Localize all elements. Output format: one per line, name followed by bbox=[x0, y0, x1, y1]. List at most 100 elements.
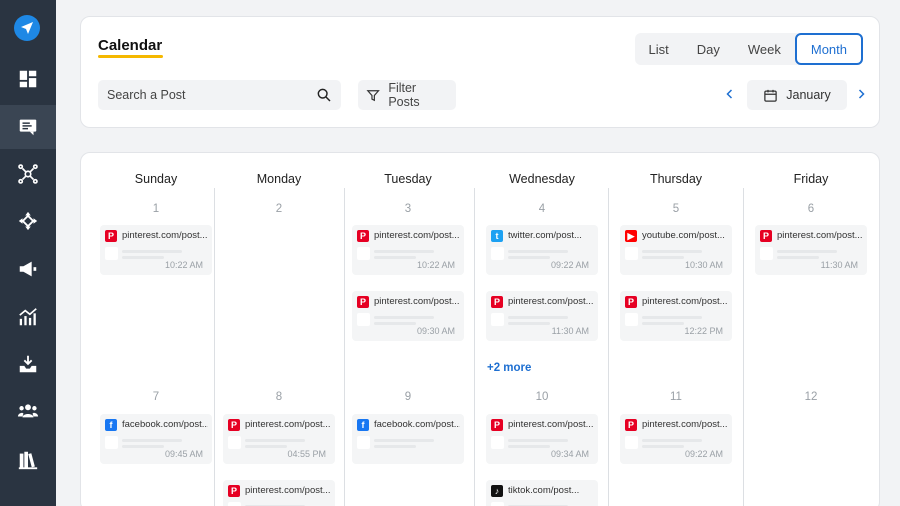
post-card[interactable]: Ppinterest.com/post... 11:30 AM bbox=[755, 225, 867, 275]
post-thumbnail bbox=[625, 436, 638, 449]
post-url: pinterest.com/post... bbox=[508, 419, 594, 430]
pinterest-icon: P bbox=[625, 419, 637, 431]
post-card[interactable]: Ppinterest.com/post... 10:22 AM bbox=[100, 225, 212, 275]
move-icon[interactable] bbox=[0, 199, 56, 243]
youtube-icon: ▶ bbox=[625, 230, 637, 242]
post-time: 09:45 AM bbox=[164, 449, 203, 459]
post-url: youtube.com/post... bbox=[642, 230, 725, 241]
post-time: 10:30 AM bbox=[684, 260, 723, 270]
megaphone-icon[interactable] bbox=[0, 247, 56, 291]
date-number[interactable]: 5 bbox=[656, 203, 696, 215]
post-url: tiktok.com/post... bbox=[508, 485, 580, 496]
library-icon[interactable] bbox=[0, 438, 56, 482]
post-card[interactable]: Ppinterest.com/post... 09:30 AM bbox=[352, 291, 464, 341]
tiktok-icon: ♪ bbox=[491, 485, 503, 497]
post-card[interactable]: ▶ youtube.com/post... 10:30 AM bbox=[620, 225, 732, 275]
post-thumbnail bbox=[228, 502, 241, 506]
post-time: 09:22 AM bbox=[684, 449, 723, 459]
post-card[interactable]: Ppinterest.com/post... bbox=[223, 480, 335, 506]
day-header-friday: Friday bbox=[793, 172, 829, 186]
date-number[interactable]: 1 bbox=[136, 203, 176, 215]
post-text-placeholder bbox=[508, 445, 550, 448]
view-day-button[interactable]: Day bbox=[683, 33, 734, 65]
date-number[interactable]: 10 bbox=[522, 391, 562, 403]
post-text-placeholder bbox=[245, 445, 287, 448]
pinterest-icon: P bbox=[105, 230, 117, 242]
date-number[interactable]: 6 bbox=[791, 203, 831, 215]
post-card[interactable]: f facebook.com/post... bbox=[352, 414, 464, 464]
post-time: 09:34 AM bbox=[550, 449, 589, 459]
column-divider bbox=[344, 188, 345, 506]
post-card[interactable]: Ppinterest.com/post... 09:34 AM bbox=[486, 414, 598, 464]
post-card[interactable]: Ppinterest.com/post... 11:30 AM bbox=[486, 291, 598, 341]
users-icon[interactable] bbox=[0, 389, 56, 433]
post-thumbnail bbox=[491, 313, 504, 326]
analytics-icon[interactable] bbox=[0, 295, 56, 339]
chevron-right-icon[interactable] bbox=[855, 87, 867, 105]
post-card[interactable]: Ppinterest.com/post... 09:22 AM bbox=[620, 414, 732, 464]
logo-send-icon[interactable] bbox=[14, 15, 40, 41]
post-thumbnail bbox=[228, 436, 241, 449]
post-card[interactable]: Ppinterest.com/post... 04:55 PM bbox=[223, 414, 335, 464]
view-week-button[interactable]: Week bbox=[734, 33, 795, 65]
posts-icon[interactable] bbox=[0, 105, 56, 149]
post-card[interactable]: Ppinterest.com/post... 12:22 PM bbox=[620, 291, 732, 341]
day-header-monday: Monday bbox=[256, 172, 302, 186]
date-number[interactable]: 4 bbox=[522, 203, 562, 215]
dashboard-icon[interactable] bbox=[0, 57, 56, 101]
post-card[interactable]: Ppinterest.com/post... 10:22 AM bbox=[352, 225, 464, 275]
search-input[interactable]: Search a Post bbox=[98, 80, 341, 110]
more-posts-link[interactable]: +2 more bbox=[487, 362, 531, 374]
post-card[interactable]: f facebook.com/post... 09:45 AM bbox=[100, 414, 212, 464]
post-thumbnail bbox=[491, 436, 504, 449]
day-header-wednesday: Wednesday bbox=[509, 172, 575, 186]
filter-posts-button[interactable]: Filter Posts bbox=[358, 80, 456, 110]
pinterest-icon: P bbox=[228, 419, 240, 431]
post-text-placeholder bbox=[122, 445, 164, 448]
post-text-placeholder bbox=[642, 256, 684, 259]
post-thumbnail bbox=[357, 436, 370, 449]
post-url: twitter.com/post... bbox=[508, 230, 582, 241]
post-thumbnail bbox=[625, 313, 638, 326]
post-url: pinterest.com/post... bbox=[245, 485, 331, 496]
view-list-button[interactable]: List bbox=[635, 33, 683, 65]
calendar-icon bbox=[764, 89, 777, 102]
search-icon[interactable] bbox=[316, 87, 332, 103]
day-header-sunday: Sunday bbox=[134, 172, 178, 186]
post-card[interactable]: ♪ tiktok.com/post... bbox=[486, 480, 598, 506]
date-number[interactable]: 3 bbox=[388, 203, 428, 215]
chevron-left-icon[interactable] bbox=[724, 87, 736, 105]
date-number[interactable]: 11 bbox=[656, 391, 696, 403]
post-text-placeholder bbox=[508, 322, 550, 325]
network-icon[interactable] bbox=[0, 152, 56, 196]
download-icon[interactable] bbox=[0, 342, 56, 386]
post-thumbnail bbox=[760, 247, 773, 260]
date-number[interactable]: 8 bbox=[259, 391, 299, 403]
pinterest-icon: P bbox=[491, 419, 503, 431]
month-picker[interactable]: January bbox=[747, 80, 847, 110]
post-url: pinterest.com/post... bbox=[777, 230, 863, 241]
post-thumbnail bbox=[491, 502, 504, 506]
post-time: 11:30 AM bbox=[551, 326, 589, 336]
post-time: 04:55 PM bbox=[287, 449, 326, 459]
month-label: January bbox=[786, 88, 831, 102]
post-url: pinterest.com/post... bbox=[122, 230, 208, 241]
date-number[interactable]: 7 bbox=[136, 391, 176, 403]
page-title: Calendar bbox=[98, 37, 163, 54]
post-url: pinterest.com/post... bbox=[642, 419, 728, 430]
post-text-placeholder bbox=[374, 316, 434, 319]
date-number[interactable]: 12 bbox=[791, 391, 831, 403]
post-card[interactable]: t twitter.com/post... 09:22 AM bbox=[486, 225, 598, 275]
post-thumbnail bbox=[357, 247, 370, 260]
pinterest-icon: P bbox=[228, 485, 240, 497]
post-time: 10:22 AM bbox=[416, 260, 455, 270]
filter-label: Filter Posts bbox=[388, 81, 420, 109]
date-number[interactable]: 9 bbox=[388, 391, 428, 403]
post-thumbnail bbox=[105, 247, 118, 260]
day-header-thursday: Thursday bbox=[649, 172, 703, 186]
sidebar bbox=[0, 0, 56, 506]
view-month-button[interactable]: Month bbox=[794, 33, 863, 65]
pinterest-icon: P bbox=[357, 296, 369, 308]
date-number[interactable]: 2 bbox=[259, 203, 299, 215]
post-text-placeholder bbox=[508, 250, 568, 253]
